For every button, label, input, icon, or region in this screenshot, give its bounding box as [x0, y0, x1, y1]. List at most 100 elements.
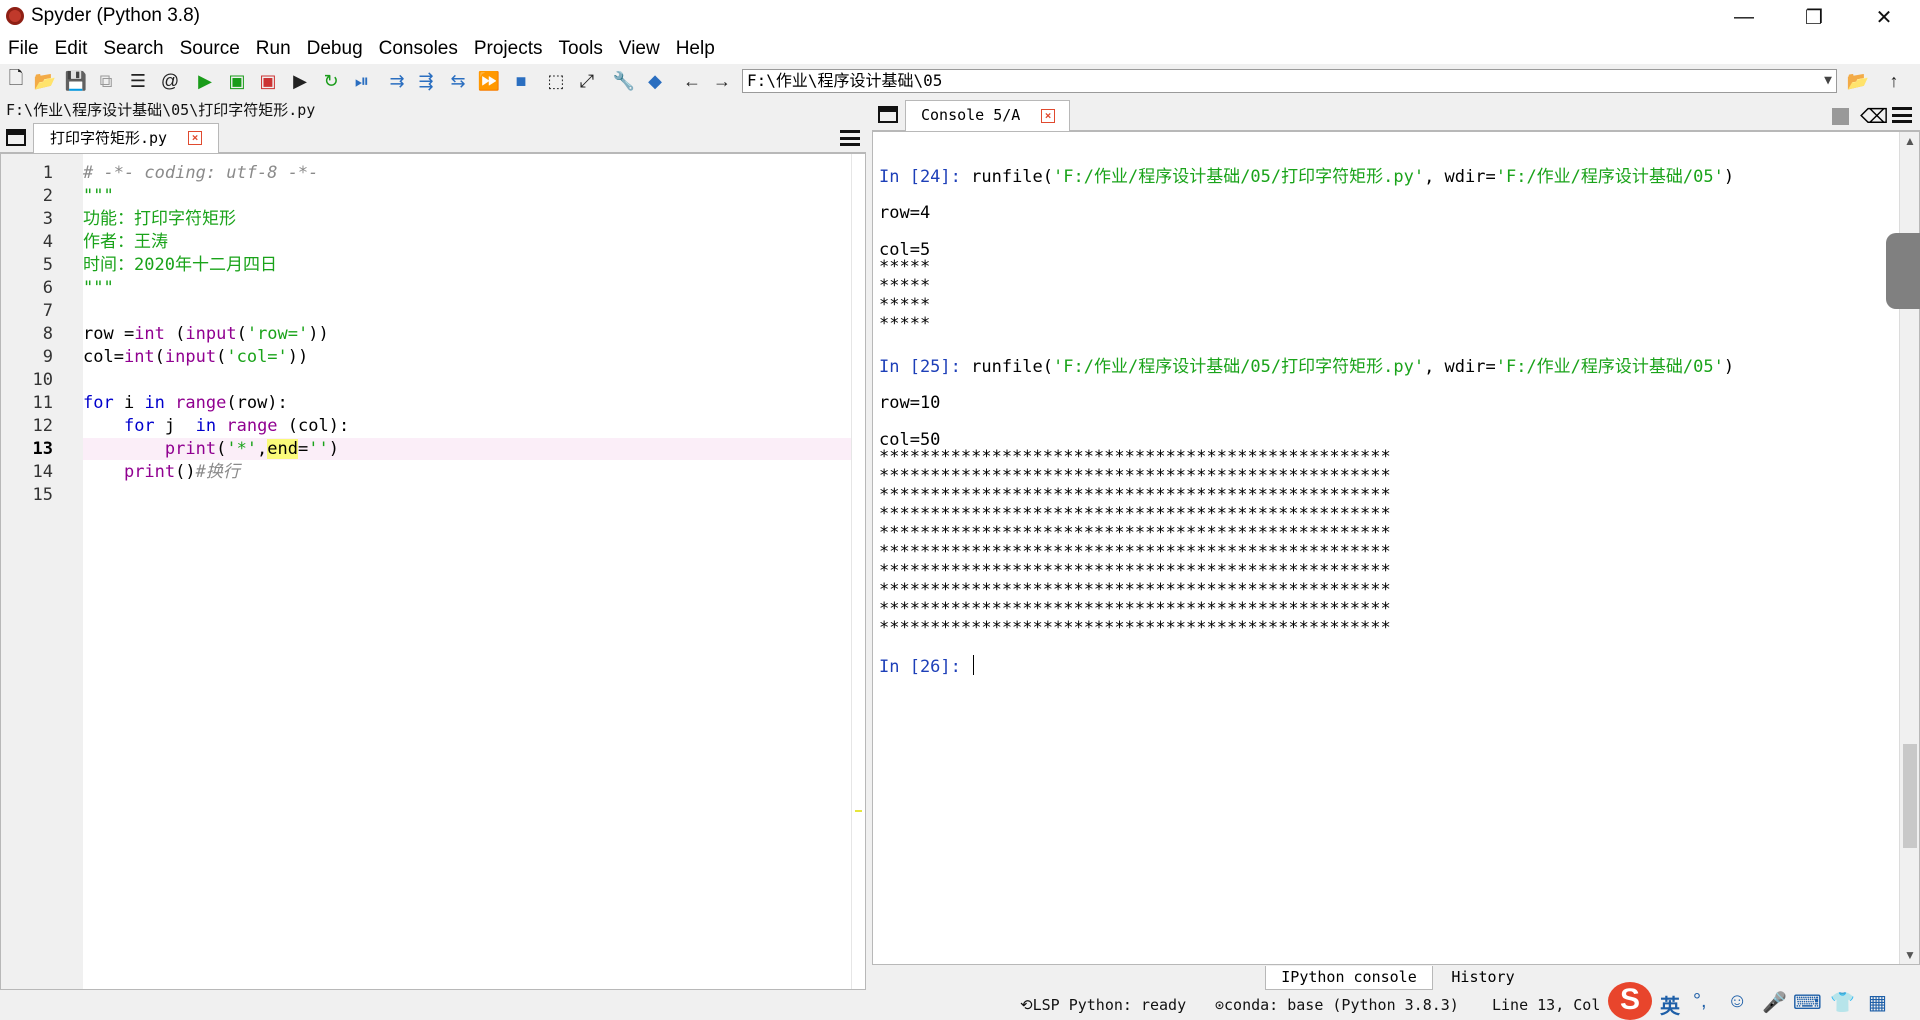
tab-history[interactable]: History	[1433, 966, 1533, 990]
code-editor[interactable]: 1 2 3 4 5 6 7 8 9 10 11 12 13 14 15 # -*…	[0, 153, 866, 990]
console-tab-label: Console 5/A	[921, 106, 1021, 124]
ipython-console[interactable]: In [24]: runfile('F:/作业/程序设计基础/05/打印字符矩形…	[872, 131, 1920, 965]
code-area[interactable]: # -*- coding: utf-8 -*- """ 功能：打印字符矩形 作者…	[83, 154, 851, 989]
menu-consoles[interactable]: Consoles	[379, 34, 458, 64]
menu-view[interactable]: View	[619, 34, 660, 64]
browse-dir-icon[interactable]: 📂	[1846, 69, 1870, 93]
console-output-line: *****	[879, 314, 931, 334]
step-icon[interactable]: ⇉	[385, 69, 409, 93]
console-scroll-thumb[interactable]	[1903, 744, 1917, 848]
chevron-down-icon[interactable]: ▼	[1824, 70, 1832, 92]
ime-microphone-icon[interactable]: 🎤	[1762, 990, 1787, 1015]
wdir-arg: 'F:/作业/程序设计基础/05'	[1495, 167, 1724, 187]
forward-arrow-icon[interactable]: →	[710, 69, 734, 93]
menu-search[interactable]: Search	[103, 34, 163, 64]
lsp-status: ⟲LSP Python: ready	[1020, 996, 1187, 1014]
new-file-icon[interactable]: 🗋	[4, 68, 28, 93]
python-path-icon[interactable]: ◆	[643, 69, 667, 93]
spyder-logo-icon	[6, 7, 24, 25]
clear-console-eraser-icon[interactable]: ⌫	[1860, 104, 1888, 129]
fullscreen-icon[interactable]: ⤢	[575, 69, 599, 93]
tab-ipython-console[interactable]: IPython console	[1265, 966, 1433, 990]
console-output-line: *****	[879, 276, 931, 296]
open-file-icon[interactable]: 📂	[33, 69, 57, 93]
close-tab-icon[interactable]: ×	[188, 131, 202, 145]
step-into-icon[interactable]: ⇶	[414, 69, 438, 93]
code-line: row =int (input('row='))	[83, 324, 329, 344]
editor-tab[interactable]: 打印字符矩形.py ×	[33, 123, 219, 153]
editor-tab-bar: 打印字符矩形.py ×	[0, 121, 866, 153]
menu-debug[interactable]: Debug	[307, 34, 363, 64]
console-output-line: ****************************************…	[879, 618, 1391, 638]
editor-menu-icon[interactable]	[840, 130, 860, 146]
scroll-up-icon[interactable]: ▲	[1904, 134, 1916, 148]
debug-icon[interactable]: ⏯	[350, 69, 374, 93]
text-cursor	[973, 655, 975, 675]
stop-debug-icon[interactable]: ■	[509, 69, 533, 93]
menu-tools[interactable]: Tools	[559, 34, 603, 64]
console-menu-icon[interactable]	[1892, 107, 1912, 123]
line-number-gutter: 1 2 3 4 5 6 7 8 9 10 11 12 13 14 15	[1, 154, 83, 989]
ime-punctuation-icon[interactable]: °,	[1693, 990, 1707, 1013]
preferences-wrench-icon[interactable]: 🔧	[612, 69, 636, 93]
code-line: 时间：2020年十二月四日	[83, 255, 277, 275]
menu-edit[interactable]: Edit	[55, 34, 88, 64]
restore-button[interactable]: ❐	[1786, 0, 1842, 34]
save-file-icon[interactable]: 💾	[64, 69, 88, 93]
at-icon[interactable]: @	[158, 69, 182, 93]
pane-options-icon[interactable]	[6, 129, 26, 146]
window-title: Spyder (Python 3.8)	[31, 5, 200, 26]
console-output-line: ****************************************…	[879, 447, 1391, 467]
working-directory-combo[interactable]: F:\作业\程序设计基础\05 ▼	[742, 69, 1837, 93]
run-cell-advance-icon[interactable]: ▣	[256, 69, 280, 93]
console-output-line: ****************************************…	[879, 523, 1391, 543]
code-line: for j in range (col):	[123, 416, 350, 436]
menu-source[interactable]: Source	[180, 34, 240, 64]
save-all-icon[interactable]: ⧉	[94, 69, 118, 93]
scroll-down-icon[interactable]: ▼	[1904, 948, 1916, 962]
minimize-button[interactable]: —	[1716, 0, 1772, 34]
console-input-line: In [24]: runfile('F:/作业/程序设计基础/05/打印字符矩形…	[879, 162, 1734, 187]
run-cell-icon[interactable]: ▣	[225, 69, 249, 93]
console-output-line: *****	[879, 257, 931, 277]
menu-bar: File Edit Search Source Run Debug Consol…	[0, 34, 1920, 64]
menu-help[interactable]: Help	[676, 34, 715, 64]
interrupt-kernel-icon[interactable]	[1832, 108, 1849, 125]
ime-skin-icon[interactable]: 👕	[1830, 990, 1855, 1015]
console-output-line: ****************************************…	[879, 466, 1391, 486]
variable-list-icon[interactable]: ☰	[126, 69, 150, 93]
line-number: 11	[32, 393, 53, 413]
ime-menu-icon[interactable]: ▦	[1868, 990, 1887, 1015]
code-line: """	[83, 278, 114, 298]
close-window-button[interactable]: ✕	[1856, 0, 1912, 34]
ime-keyboard-icon[interactable]: ⌨	[1793, 990, 1822, 1015]
side-panel-handle[interactable]	[1886, 233, 1920, 309]
console-tab[interactable]: Console 5/A ×	[905, 100, 1070, 131]
line-number: 6	[42, 278, 53, 298]
console-prompt-line[interactable]: In [26]:	[879, 655, 975, 677]
close-console-tab-icon[interactable]: ×	[1041, 109, 1055, 123]
console-output-line: *****	[879, 295, 931, 315]
maximize-pane-icon[interactable]: ⬚	[544, 69, 568, 93]
console-pane-options-icon[interactable]	[878, 106, 898, 123]
menu-projects[interactable]: Projects	[474, 34, 543, 64]
back-arrow-icon[interactable]: ←	[680, 69, 704, 93]
paren-close: )	[1723, 167, 1735, 187]
parent-dir-icon[interactable]: ↑	[1882, 69, 1906, 93]
menu-run[interactable]: Run	[256, 34, 291, 64]
run-selection-icon[interactable]: ▶	[288, 69, 312, 93]
editor-scrollbar[interactable]	[851, 154, 865, 989]
rerun-icon[interactable]: ↻	[319, 69, 343, 93]
continue-icon[interactable]: ⏩	[477, 69, 501, 93]
code-line: 功能：打印字符矩形	[83, 209, 236, 229]
console-tab-bar: Console 5/A × ⌫	[872, 98, 1920, 131]
ime-language[interactable]: 英	[1660, 990, 1680, 1019]
sogou-ime-logo-icon[interactable]: S	[1608, 982, 1652, 1020]
line-number: 8	[42, 324, 53, 344]
console-output-line: ****************************************…	[879, 561, 1391, 581]
run-file-icon[interactable]: ▶	[193, 69, 217, 93]
console-output-line: row=4	[879, 203, 931, 223]
menu-file[interactable]: File	[8, 34, 39, 64]
ime-emoji-icon[interactable]: ☺	[1727, 990, 1747, 1013]
step-return-icon[interactable]: ⇆	[446, 69, 470, 93]
